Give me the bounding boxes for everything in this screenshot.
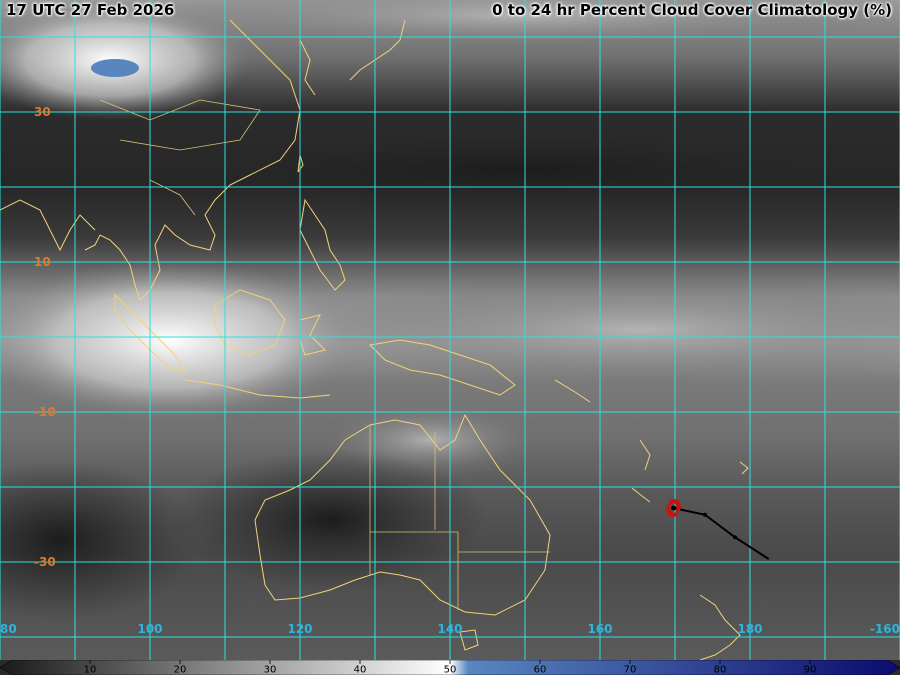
cloud-field-subtropic-dry [160, 130, 880, 210]
colorbar-tick-label: 40 [354, 665, 367, 675]
map-canvas: 30 10 -10 -30 80 100 120 140 160 180 -160 [0, 0, 900, 660]
product-title: 0 to 24 hr Percent Cloud Cover Climatolo… [492, 1, 892, 19]
timestamp: 17 UTC 27 Feb 2026 [6, 1, 175, 19]
colorbar-tick-label: 10 [84, 665, 97, 675]
colorbar: 10 20 30 40 50 60 70 80 90 [0, 660, 900, 675]
longitude-label: 80 [0, 622, 17, 636]
longitude-label: 180 [737, 622, 762, 636]
latitude-label: -10 [34, 405, 56, 419]
colorbar-tick-label: 60 [534, 665, 547, 675]
colorbar-tick-label: 30 [264, 665, 277, 675]
cloud-field-aus-dry [170, 450, 490, 590]
longitude-label: 120 [287, 622, 312, 636]
colorbar-tick-label: 20 [174, 665, 187, 675]
cloud-climatology-map: 30 10 -10 -30 80 100 120 140 160 180 -160 17 UTC … [0, 0, 900, 675]
latitude-label: -30 [34, 555, 56, 569]
colorbar-tick-label: 70 [624, 665, 637, 675]
colorbar-tick-label: 50 [444, 665, 457, 675]
colorbar-tick-label: 90 [804, 665, 817, 675]
longitude-label: 100 [137, 622, 162, 636]
lake-feature [91, 59, 139, 77]
storm-track-point [703, 512, 707, 517]
longitude-label: -160 [870, 622, 900, 636]
latitude-label: 30 [34, 105, 51, 119]
longitude-label: 160 [587, 622, 612, 636]
latitude-label: 10 [34, 255, 51, 269]
longitude-label: 140 [437, 622, 462, 636]
colorbar-tick-label: 80 [714, 665, 727, 675]
storm-track-point [733, 535, 737, 540]
